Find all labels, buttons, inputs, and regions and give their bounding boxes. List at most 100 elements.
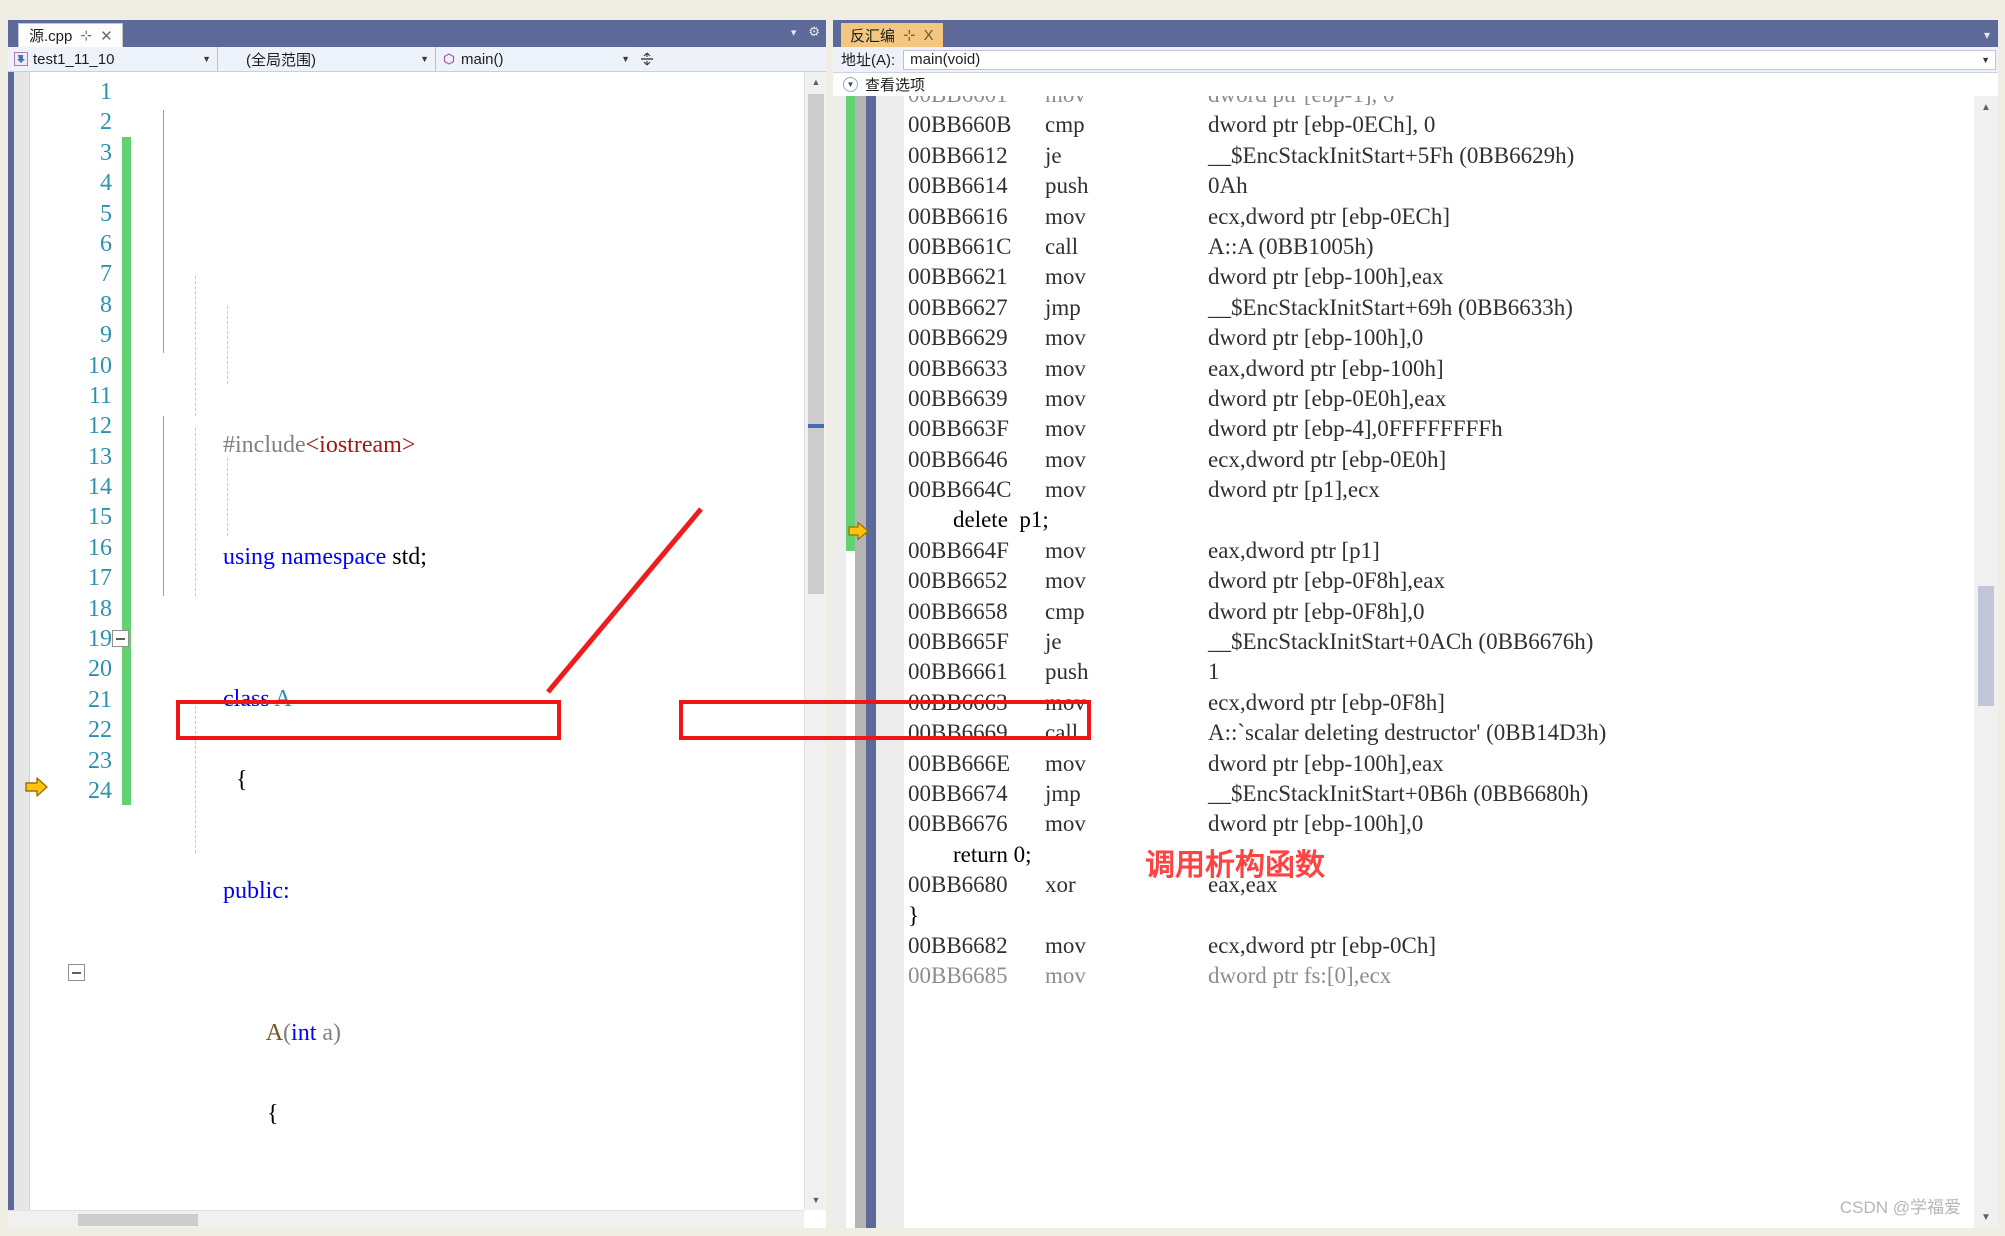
disassembly-row[interactable]: 00BB6685 mov dword ptr fs:[0],ecx [833, 961, 1974, 991]
code-line[interactable]: class A [112, 623, 804, 712]
disassembly-source-line[interactable]: return 0; [833, 840, 1974, 870]
code-line[interactable]: { [131, 1068, 804, 1127]
disassembly-options-bar: ▼ 查看选项 [833, 73, 1998, 96]
disassembly-tabstrip: 反汇编 ⊹ X ▾ [833, 20, 1998, 47]
scope-dropdown[interactable]: (全局范围) ▼ [218, 47, 436, 71]
instruction-operands: dword ptr [ebp-0F8h],0 [1208, 598, 1425, 624]
line-number: 2 [100, 109, 112, 136]
scrollbar-thumb[interactable] [78, 1214, 198, 1226]
chevron-down-icon[interactable]: ▼ [410, 54, 429, 64]
disassembly-row[interactable]: 00BB663F mov dword ptr [ebp-4],0FFFFFFFFh [833, 414, 1974, 444]
pin-icon[interactable]: ⊹ [903, 26, 916, 44]
chevron-down-icon[interactable]: ▼ [843, 77, 858, 92]
instruction-mnemonic: cmp [1045, 112, 1085, 138]
tab-source-cpp[interactable]: 源.cpp ⊹ ✕ [18, 23, 123, 47]
disassembly-row[interactable]: 00BB664C mov dword ptr [p1],ecx [833, 475, 1974, 505]
code-lines[interactable]: #include<iostream> using namespace std; … [68, 76, 804, 1228]
tab-disassembly[interactable]: 反汇编 ⊹ X [841, 23, 943, 47]
disassembly-row[interactable]: 00BB6616 mov ecx,dword ptr [ebp-0ECh] [833, 202, 1974, 232]
instruction-mnemonic: mov [1045, 537, 1086, 563]
disassembly-row[interactable]: 00BB6627 jmp __$EncStackInitStart+69h (0BB… [833, 293, 1974, 323]
scroll-down-icon[interactable]: ▼ [1974, 1206, 1998, 1228]
instruction-mnemonic: mov [1045, 568, 1086, 594]
change-tracking-bar [122, 76, 131, 806]
fold-toggle-class[interactable] [112, 629, 129, 647]
disassembly-row[interactable]: 00BB6674 jmp __$EncStackInitStart+0B6h (0B… [833, 779, 1974, 809]
split-view-button[interactable] [636, 47, 658, 71]
pin-icon[interactable]: ⊹ [80, 27, 92, 44]
disassembly-row[interactable]: 00BB6658 cmp dword ptr [ebp-0F8h],0 [833, 597, 1974, 627]
annotation-destructor-note: 调用析构函数 [1145, 849, 1325, 882]
view-options-label[interactable]: 查看选项 [865, 74, 925, 95]
disassembly-row[interactable]: 00BB6680 xor eax,eax [833, 870, 1974, 900]
glyph-margin[interactable] [30, 72, 52, 1228]
disassembly-row[interactable]: 00BB6633 mov eax,dword ptr [ebp-100h] [833, 354, 1974, 384]
project-dropdown[interactable]: test1_11_10 ▼ [8, 47, 218, 71]
editor-horizontal-scrollbar[interactable] [8, 1210, 804, 1228]
line-number: 10 [88, 352, 112, 379]
instruction-address: 00BB6639 [908, 385, 1008, 411]
disassembly-rows[interactable]: 00BB6601 mov dword ptr [ebp-1], 0 00BB660B c… [833, 96, 1974, 1228]
code-token: using namespace [223, 543, 387, 570]
instruction-mnemonic: mov [1045, 96, 1086, 110]
instruction-operands: ecx,dword ptr [ebp-0Ch] [1208, 932, 1437, 958]
code-line[interactable]: public: [131, 846, 804, 904]
disassembly-row-current[interactable]: 00BB664F mov eax,dword ptr [p1] [833, 536, 1974, 566]
line-number: 22 [88, 717, 112, 744]
disassembly-row[interactable]: 00BB6601 mov dword ptr [ebp-1], 0 [833, 96, 1974, 110]
disassembly-row[interactable]: 00BB6652 mov dword ptr [ebp-0F8h],eax [833, 566, 1974, 596]
disassembly-row[interactable]: 00BB6639 mov dword ptr [ebp-0E0h],eax [833, 384, 1974, 414]
editor-vertical-scrollbar[interactable]: ▲ ▼ [804, 72, 826, 1210]
disassembly-row[interactable]: 00BB6682 mov ecx,dword ptr [ebp-0Ch] [833, 931, 1974, 961]
code-token: class [223, 685, 270, 712]
scrollbar-thumb[interactable] [1978, 586, 1994, 706]
fold-toggle-ctor[interactable] [68, 963, 85, 981]
chevron-down-icon[interactable]: ▾ [791, 26, 797, 39]
code-line[interactable]: _a = a; [131, 1180, 804, 1228]
disassembly-list-area[interactable]: 00BB6601 mov dword ptr [ebp-1], 0 00BB660B c… [833, 96, 1998, 1228]
disassembly-row[interactable]: 00BB6646 mov ecx,dword ptr [ebp-0E0h] [833, 445, 1974, 475]
disassembly-row[interactable]: 00BB661C call A::A (0BB1005h) [833, 232, 1974, 262]
chevron-down-icon[interactable]: ▼ [611, 54, 630, 64]
disassembly-row[interactable]: 00BB666E mov dword ptr [ebp-100h],eax [833, 749, 1974, 779]
disassembly-row[interactable]: 00BB6612 je __$EncStackInitStart+5Fh (0BB6… [833, 141, 1974, 171]
close-icon[interactable]: X [924, 27, 934, 44]
code-line[interactable]: A(int a) [68, 957, 804, 1046]
scrollbar-thumb[interactable] [808, 94, 824, 594]
editor-text-area[interactable]: 1 2 3 4 5 6 7 8 9 10 11 12 13 14 15 16 1… [8, 72, 826, 1228]
instruction-address: 00BB6676 [908, 811, 1008, 837]
disassembly-row[interactable]: 00BB6663 mov ecx,dword ptr [ebp-0F8h] [833, 688, 1974, 718]
disassembly-source-line[interactable]: delete p1; [833, 505, 1974, 535]
disassembly-row[interactable]: 00BB6621 mov dword ptr [ebp-100h],eax [833, 262, 1974, 292]
disassembly-row[interactable]: 00BB6669 call A::`scalar deleting destruct… [833, 718, 1974, 748]
disassembly-vertical-scrollbar[interactable]: ▲ ▼ [1974, 96, 1998, 1228]
instruction-address: 00BB6674 [908, 780, 1008, 806]
line-number: 5 [100, 200, 112, 227]
function-dropdown[interactable]: main() ▼ [436, 47, 636, 71]
disassembly-row[interactable]: 00BB6629 mov dword ptr [ebp-100h],0 [833, 323, 1974, 353]
code-line[interactable]: #include<iostream> [131, 400, 804, 458]
disassembly-row[interactable]: 00BB665F je __$EncStackInitStart+0ACh (0BB… [833, 627, 1974, 657]
close-icon[interactable]: ✕ [100, 27, 113, 45]
scroll-up-icon[interactable]: ▲ [805, 72, 826, 92]
editor-navigation-bar: test1_11_10 ▼ (全局范围) ▼ main() ▼ [8, 47, 826, 72]
chevron-down-icon[interactable]: ▼ [192, 54, 211, 64]
instruction-mnemonic: call [1045, 233, 1079, 259]
disassembly-row[interactable]: 00BB6676 mov dword ptr [ebp-100h],0 [833, 809, 1974, 839]
code-line[interactable]: using namespace std; [131, 511, 804, 570]
instruction-address: 00BB665F [908, 629, 1009, 655]
scroll-down-icon[interactable]: ▼ [805, 1190, 826, 1210]
scroll-up-icon[interactable]: ▲ [1974, 96, 1998, 118]
address-input[interactable]: main(void) [903, 49, 1996, 70]
disassembly-tab-overflow[interactable]: ▾ [1984, 28, 1990, 42]
gear-icon[interactable]: ⚙ [808, 24, 820, 40]
instruction-operands: eax,dword ptr [ebp-100h] [1208, 355, 1444, 381]
disassembly-row[interactable]: 00BB6614 push 0Ah [833, 171, 1974, 201]
code-line[interactable]: { [131, 734, 804, 793]
disassembly-row[interactable]: 00BB660B cmp dword ptr [ebp-0ECh], 0 [833, 110, 1974, 140]
disassembly-row[interactable]: 00BB6661 push 1 [833, 657, 1974, 687]
instruction-mnemonic: push [1045, 173, 1089, 199]
chevron-down-icon[interactable]: ▼ [1981, 55, 1990, 65]
instruction-operands: dword ptr [ebp-100h],0 [1208, 325, 1424, 351]
disassembly-source-line[interactable]: } [833, 901, 1974, 931]
